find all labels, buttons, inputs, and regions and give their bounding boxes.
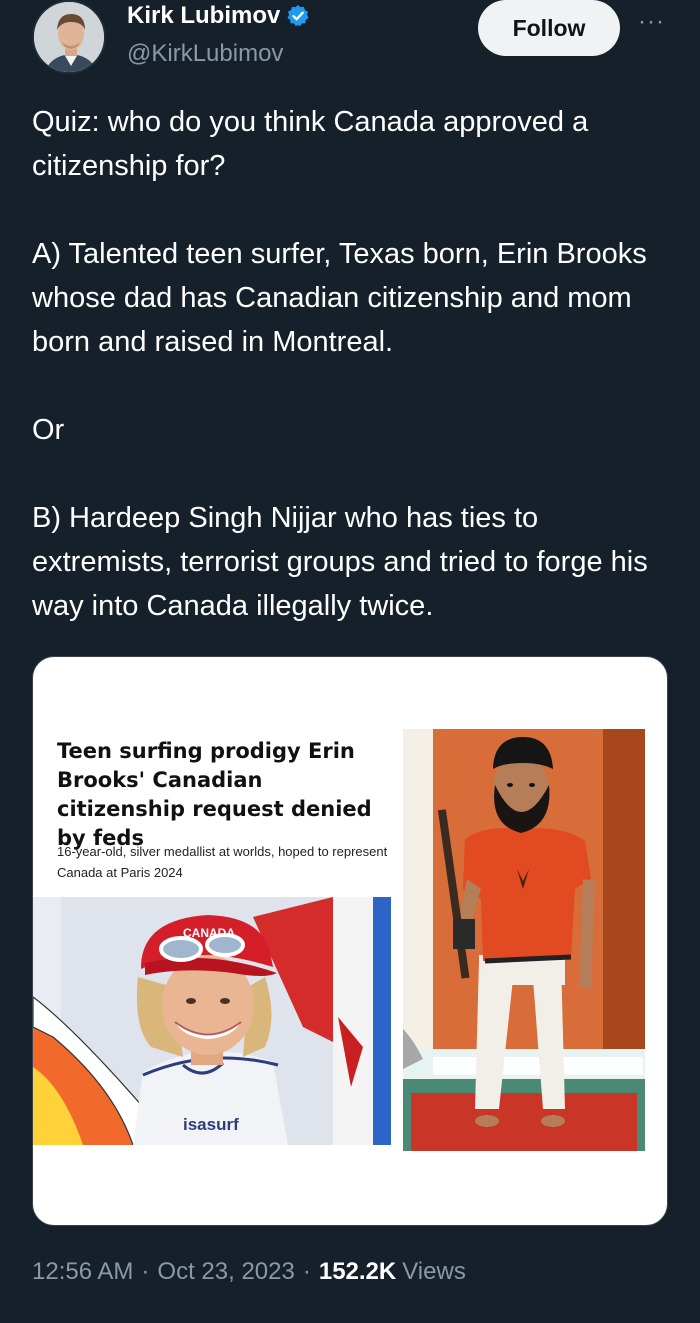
media-card[interactable]: Teen surfing prodigy Erin Brooks' Canadi…	[32, 656, 668, 1226]
tweet-paragraph: Or	[32, 414, 65, 446]
avatar[interactable]	[32, 0, 106, 74]
follow-button[interactable]: Follow	[478, 0, 620, 56]
shirt-text: isasurf	[183, 1115, 239, 1134]
tweet-meta: 12:56 AM · Oct 23, 2023 · 152.2K Views	[32, 1258, 466, 1286]
tweet-paragraph: Quiz: who do you think Canada approved a…	[32, 106, 589, 182]
views-label: Views	[402, 1258, 466, 1285]
tweet-time[interactable]: 12:56 AM	[32, 1258, 133, 1286]
tweet-text: Quiz: who do you think Canada approved a…	[32, 100, 682, 628]
views-count: 152.2K	[318, 1258, 397, 1285]
author-handle[interactable]: @KirkLubimov	[127, 40, 283, 68]
meta-separator: ·	[302, 1258, 311, 1285]
meta-separator: ·	[141, 1258, 150, 1285]
article-subhead: 16-year-old, silver medallist at worlds,…	[57, 844, 388, 880]
tweet-paragraph: A) Talented teen surfer, Texas born, Eri…	[32, 238, 647, 358]
surfer-photo: CANADA isasurf	[33, 897, 391, 1145]
tweet-header: Kirk Lubimov @KirkLubimov Follow ···	[0, 0, 700, 90]
man-photo	[403, 729, 645, 1151]
author-name[interactable]: Kirk Lubimov	[127, 2, 280, 30]
verified-badge-icon	[287, 5, 309, 27]
tweet-date[interactable]: Oct 23, 2023	[157, 1258, 294, 1286]
tweet-paragraph: B) Hardeep Singh Nijjar who has ties to …	[32, 502, 648, 622]
more-options-icon[interactable]: ···	[638, 8, 665, 36]
article-headline: Teen surfing prodigy Erin Brooks' Canadi…	[57, 739, 372, 850]
avatar-image	[34, 2, 104, 72]
author-name-row: Kirk Lubimov	[127, 2, 310, 30]
